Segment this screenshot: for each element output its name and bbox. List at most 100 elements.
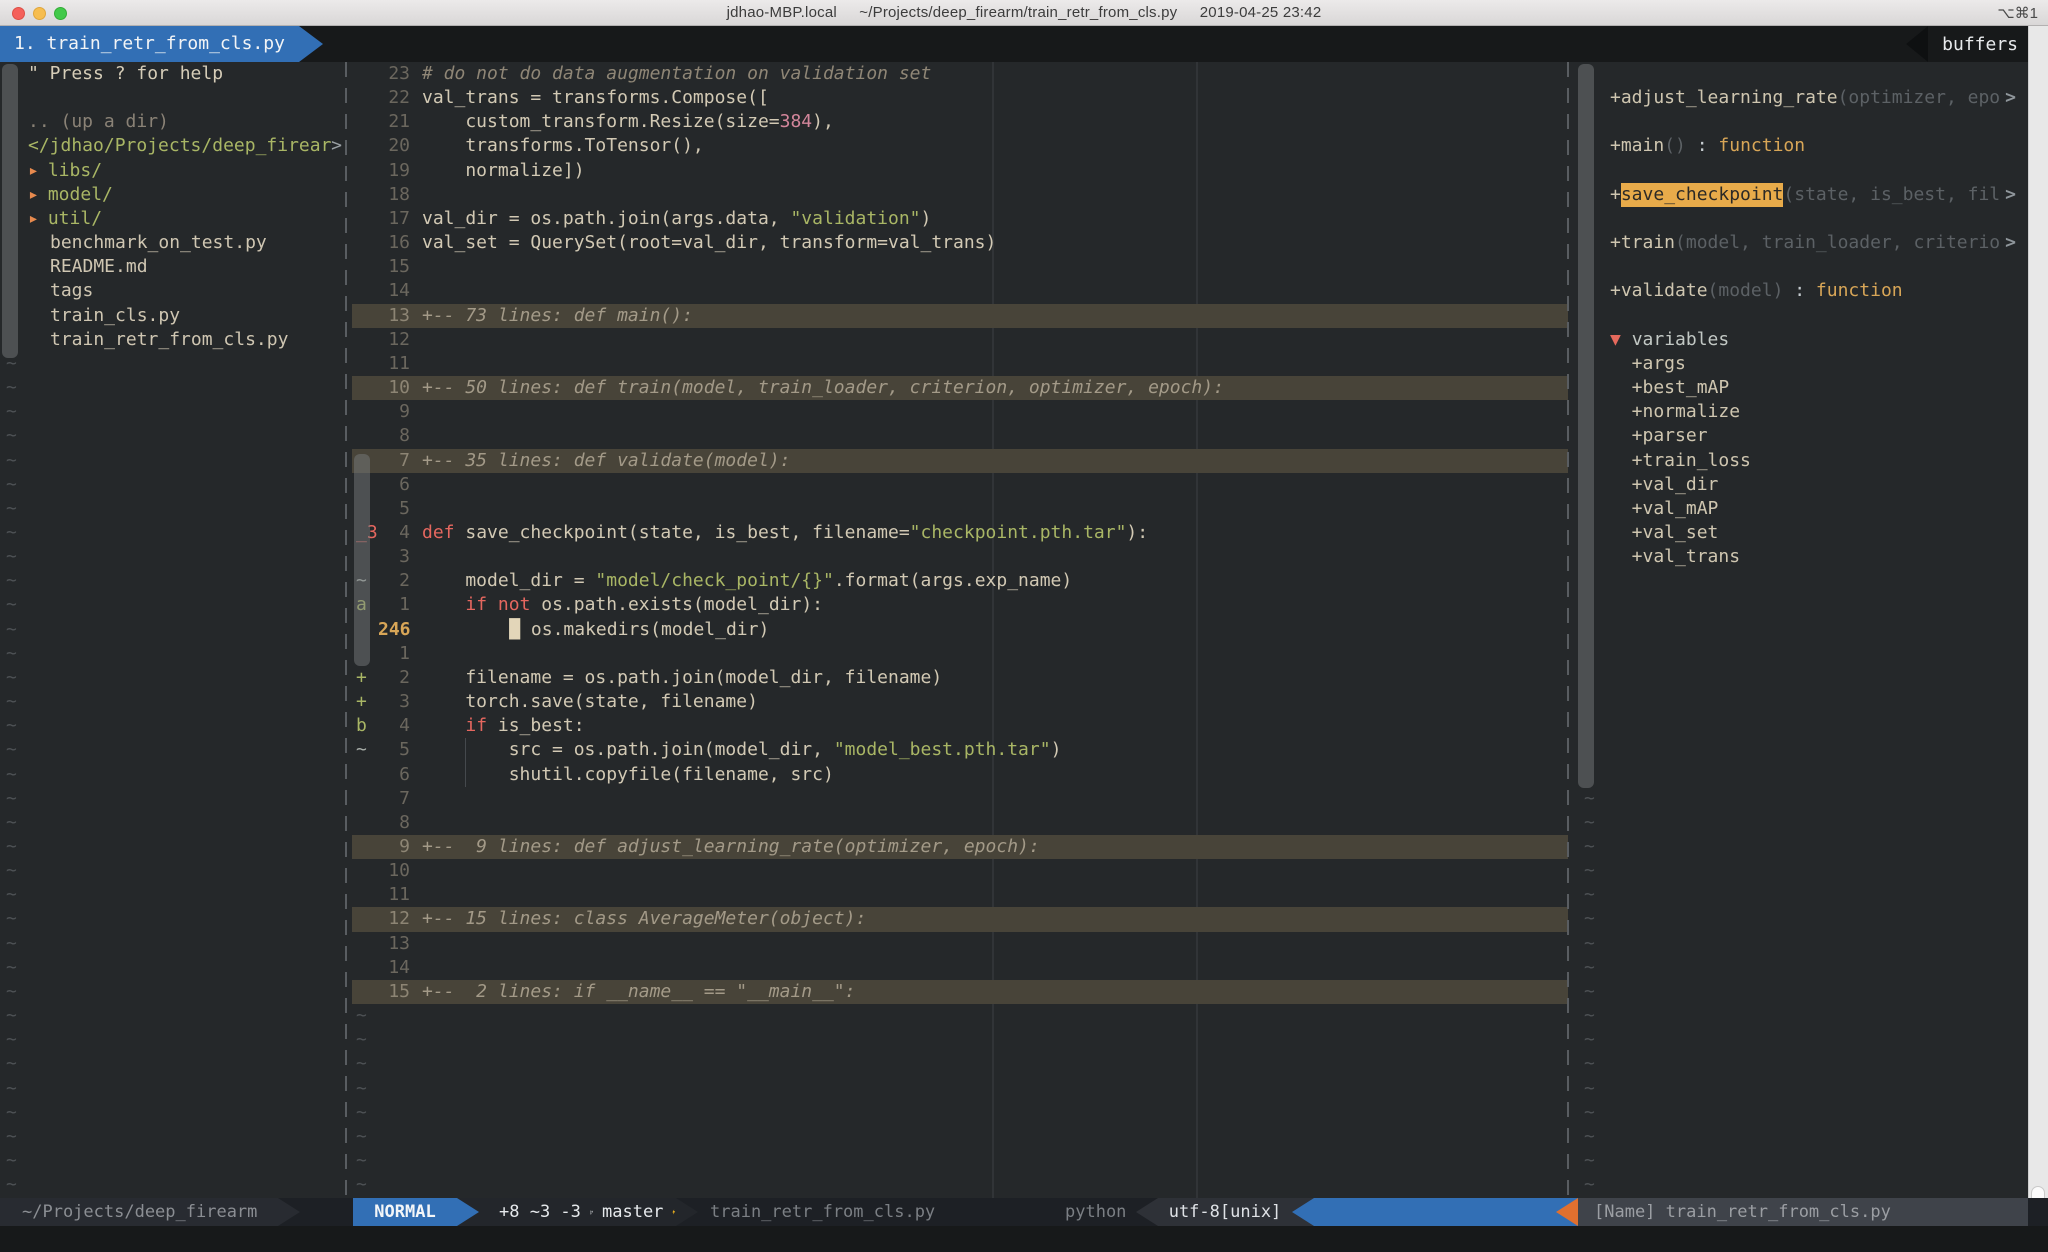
code-line[interactable]: 20 transforms.ToTensor(), [352,134,1568,158]
code-line[interactable]: 23# do not do data augmentation on valid… [352,62,1568,86]
tag-item[interactable]: +validate(model) : function [1576,279,2028,303]
folded-code-line[interactable]: 15+-- 2 lines: if __name__ == "__main__"… [352,980,1568,1004]
close-window-button[interactable] [12,7,25,20]
code-line[interactable]: 14 [352,279,1568,303]
code-line[interactable]: 11 [352,883,1568,907]
code-line[interactable]: 8 [352,811,1568,835]
code-line[interactable]: +3 torch.save(state, filename) [352,690,1568,714]
empty-line: ~ [0,1125,344,1149]
tag-item[interactable]: +main() : function [1576,134,2028,158]
tagbar-window[interactable]: +adjust_learning_rate(optimizer, epo> +ma… [1576,62,2028,1198]
empty-line: ~ [1576,1077,2028,1101]
dir-collapsed-icon[interactable]: ▸ [28,183,39,207]
dir-collapsed-icon[interactable]: ▸ [28,207,39,231]
empty-line: ~ [352,1173,1568,1197]
code-line[interactable]: 246 █ os.makedirs(model_dir) [352,618,1568,642]
code-line[interactable]: 12 [352,328,1568,352]
code-line[interactable]: 3 [352,545,1568,569]
code-line[interactable]: 21 custom_transform.Resize(size=384), [352,110,1568,134]
folded-code-line[interactable]: 9+-- 9 lines: def adjust_learning_rate(o… [352,835,1568,859]
buffers-indicator[interactable]: buffers [1906,26,2030,62]
tag-item[interactable]: +val_dir [1576,473,2028,497]
command-line[interactable] [0,1226,2048,1252]
tag-item[interactable]: +parser [1576,424,2028,448]
folded-code-line[interactable]: 13+-- 73 lines: def main(): [352,304,1568,328]
empty-line: ~ [0,932,344,956]
code-line[interactable]: 7 [352,787,1568,811]
code-line[interactable]: 22val_trans = transforms.Compose([ [352,86,1568,110]
truncation-icon: > [331,134,342,158]
code-line[interactable]: 6 [352,473,1568,497]
tag-item[interactable]: +save_checkpoint(state, is_best, fil> [1576,183,2028,207]
folded-code-line[interactable]: 12+-- 15 lines: class AverageMeter(objec… [352,907,1568,931]
tree-file[interactable]: benchmark_on_test.py [0,231,344,255]
tab-shortcut-hint: ⌥⌘1 [1997,0,2038,26]
tree-dir[interactable]: ▸model/ [0,183,344,207]
tree-dir[interactable]: ▸libs/ [0,159,344,183]
code-window[interactable]: 23# do not do data augmentation on valid… [352,62,1568,1198]
tag-item[interactable]: ▼ variables [1576,328,2028,352]
code-line[interactable]: 16val_set = QuerySet(root=val_dir, trans… [352,231,1568,255]
tagbar-blank-line [1576,62,2028,86]
code-line[interactable]: 9 [352,400,1568,424]
tab-powerline-arrow [299,26,323,62]
code-text-area[interactable]: 23# do not do data augmentation on valid… [352,62,1568,1198]
tag-item[interactable]: +val_mAP [1576,497,2028,521]
tree-file[interactable]: tags [0,279,344,303]
minimize-window-button[interactable] [33,7,46,20]
empty-line: ~ [0,1173,344,1197]
window-separator-left[interactable] [345,62,347,1198]
tagbar-scrollbar[interactable] [1578,64,1594,788]
nerdtree-scrollbar[interactable] [2,64,18,358]
dir-collapsed-icon[interactable]: ▸ [28,159,39,183]
folded-code-line[interactable]: 10+-- 50 lines: def train(model, train_l… [352,376,1568,400]
code-line[interactable]: 5 [352,497,1568,521]
empty-line: ~ [0,956,344,980]
code-line[interactable]: 15 [352,255,1568,279]
tree-updir[interactable]: .. (up a dir) [0,110,344,134]
nerdtree-window[interactable]: " Press ? for help.. (up a dir)</jdhao/P… [0,62,344,1198]
code-line[interactable]: 17val_dir = os.path.join(args.data, "val… [352,207,1568,231]
tag-item[interactable]: +val_set [1576,521,2028,545]
code-line[interactable]: 8 [352,424,1568,448]
tree-file[interactable]: README.md [0,255,344,279]
tree-file[interactable]: train_retr_from_cls.py [0,328,344,352]
tree-file[interactable]: train_cls.py [0,304,344,328]
tab-train-retr-from-cls[interactable]: 1. train_retr_from_cls.py [0,26,299,62]
tag-item[interactable]: +normalize [1576,400,2028,424]
code-line[interactable]: b4 if is_best: [352,714,1568,738]
code-line[interactable]: _34def save_checkpoint(state, is_best, f… [352,521,1568,545]
statusline-cwd: ~/Projects/deep_firearm [0,1198,278,1226]
window-separator-right[interactable] [1567,62,1569,1198]
tag-item[interactable]: +train(model, train_loader, criterio> [1576,231,2028,255]
truncation-icon: > [2005,183,2016,207]
fold-open-icon[interactable]: ▼ [1610,328,1632,352]
code-line[interactable]: 10 [352,859,1568,883]
code-line[interactable]: 18 [352,183,1568,207]
code-line[interactable]: 14 [352,956,1568,980]
code-line[interactable]: 13 [352,932,1568,956]
code-line[interactable]: 6 shutil.copyfile(filename, src) [352,763,1568,787]
tree-root[interactable]: </jdhao/Projects/deep_firear> [0,134,344,158]
code-line[interactable]: 1 [352,642,1568,666]
zoom-window-button[interactable] [54,7,67,20]
empty-line: ~ [0,593,344,617]
tag-item[interactable]: +val_trans [1576,545,2028,569]
code-scrollbar[interactable] [354,454,370,666]
tagbar-blank-line [1576,763,2028,787]
empty-line: ~ [1576,811,2028,835]
tag-item[interactable]: +train_loss [1576,449,2028,473]
code-line[interactable]: 19 normalize]) [352,159,1568,183]
empty-line: ~ [0,690,344,714]
code-line[interactable]: 11 [352,352,1568,376]
tree-dir[interactable]: ▸util/ [0,207,344,231]
tag-item[interactable]: +args [1576,352,2028,376]
right-scrollbar-track[interactable] [2028,26,2048,1252]
folded-code-line[interactable]: 7+-- 35 lines: def validate(model): [352,449,1568,473]
tag-item[interactable]: +adjust_learning_rate(optimizer, epo> [1576,86,2028,110]
code-line[interactable]: a1 if not os.path.exists(model_dir): [352,593,1568,617]
code-line[interactable]: ~5 src = os.path.join(model_dir, "model_… [352,738,1568,762]
code-line[interactable]: +2 filename = os.path.join(model_dir, fi… [352,666,1568,690]
tag-item[interactable]: +best_mAP [1576,376,2028,400]
code-line[interactable]: ~2 model_dir = "model/check_point/{}".fo… [352,569,1568,593]
